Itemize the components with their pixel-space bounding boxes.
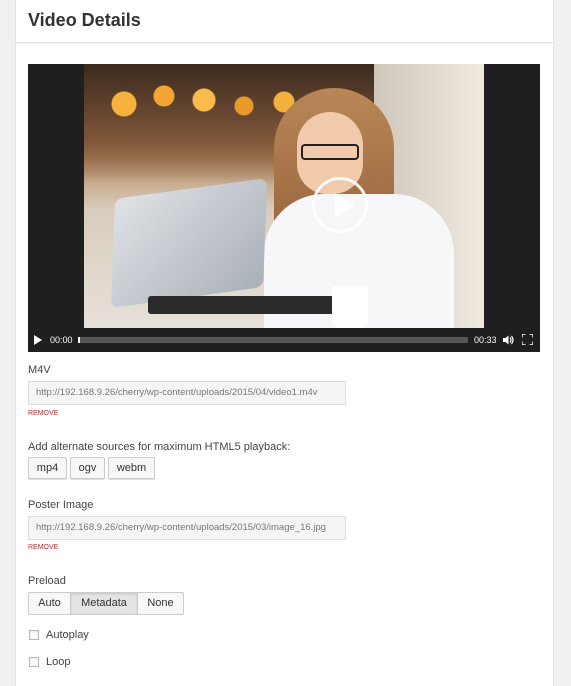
preload-metadata-option[interactable]: Metadata (70, 592, 138, 615)
play-icon[interactable] (34, 335, 42, 345)
loop-checkbox[interactable] (29, 657, 39, 667)
poster-remove-link[interactable]: REMOVE (28, 544, 58, 551)
preload-auto-option[interactable]: Auto (28, 592, 71, 615)
coffee-cup (332, 286, 368, 328)
add-ogv-button[interactable]: ogv (70, 457, 105, 479)
m4v-remove-link[interactable]: REMOVE (28, 410, 58, 417)
autoplay-checkbox[interactable] (29, 630, 39, 640)
person-glasses (301, 144, 359, 160)
laptop-screen (110, 178, 268, 308)
big-play-icon[interactable] (312, 177, 368, 233)
add-webm-button[interactable]: webm (108, 457, 155, 479)
volume-icon[interactable] (502, 334, 514, 346)
add-mp4-button[interactable]: mp4 (28, 457, 67, 479)
m4v-url-field[interactable]: http://192.168.9.26/cherry/wp-content/up… (28, 381, 346, 405)
autoplay-label: Autoplay (46, 629, 89, 641)
laptop-base (148, 296, 338, 314)
video-poster-frame (84, 64, 484, 328)
current-time: 00:00 (50, 335, 73, 345)
progress-track[interactable] (78, 337, 468, 343)
poster-url-field[interactable]: http://192.168.9.26/cherry/wp-content/up… (28, 516, 346, 540)
m4v-label: M4V (28, 364, 51, 376)
panel-header: Video Details (16, 0, 553, 43)
poster-image-label: Poster Image (28, 499, 94, 511)
alternate-sources-label: Add alternate sources for maximum HTML5 … (28, 441, 291, 453)
preload-label: Preload (28, 575, 66, 587)
video-player[interactable]: 00:00 00:33 (28, 64, 540, 352)
loop-label: Loop (46, 656, 71, 668)
duration: 00:33 (474, 335, 497, 345)
progress-fill (78, 337, 80, 343)
fullscreen-icon[interactable] (522, 334, 533, 345)
player-controls: 00:00 00:33 (28, 328, 540, 352)
preload-none-option[interactable]: None (137, 592, 184, 615)
panel-title: Video Details (28, 10, 141, 30)
